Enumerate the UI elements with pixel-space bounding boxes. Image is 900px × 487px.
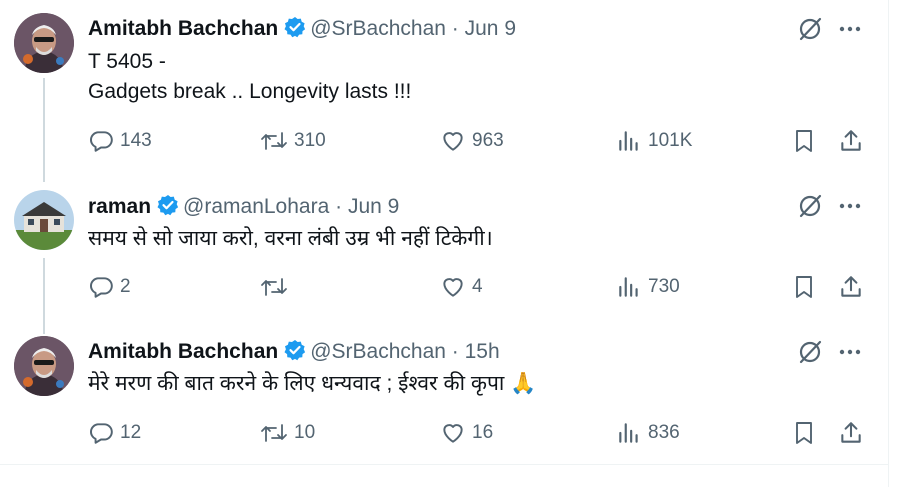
reply-button[interactable]: 143 <box>88 128 152 154</box>
bookmark-icon[interactable] <box>792 128 816 154</box>
repost-count: 10 <box>294 422 316 443</box>
tweet-header: Amitabh Bachchan @SrBachchan · Jun 9 <box>88 16 516 41</box>
thread-connector-line <box>43 78 45 182</box>
share-icon[interactable] <box>838 420 864 446</box>
reply-count: 2 <box>120 276 131 297</box>
tweet-header: raman @ramanLohara · Jun 9 <box>88 194 399 219</box>
views-button[interactable]: 836 <box>616 420 680 446</box>
views-icon <box>619 277 638 297</box>
reply-icon <box>90 277 113 298</box>
views-count: 101K <box>648 130 693 151</box>
author-name[interactable]: raman <box>88 195 151 218</box>
tweet-text-line: समय से सो जाया करो, वरना लंबी उम्र भी नह… <box>88 227 493 250</box>
verified-icon <box>284 340 306 361</box>
reply-icon <box>90 131 113 152</box>
repost-button[interactable] <box>260 274 294 300</box>
tweet-1[interactable]: Amitabh Bachchan @SrBachchan · Jun 9 T 54… <box>0 0 888 182</box>
reply-button[interactable]: 12 <box>88 420 141 446</box>
like-count: 4 <box>472 276 483 297</box>
grok-icon[interactable] <box>797 339 823 365</box>
like-button[interactable]: 963 <box>440 128 504 154</box>
more-icon[interactable] <box>838 194 862 218</box>
share-icon[interactable] <box>838 128 864 154</box>
repost-icon <box>261 424 287 442</box>
tweet-text: T 5405 - Gadgets break .. Longevity last… <box>88 47 411 107</box>
separator-dot: · <box>451 17 459 40</box>
author-handle[interactable]: @SrBachchan <box>310 17 446 40</box>
tweet-2[interactable]: raman @ramanLohara · Jun 9 समय से सो जाया… <box>0 182 888 334</box>
repost-icon <box>261 132 287 150</box>
repost-button[interactable]: 310 <box>260 128 326 154</box>
author-name[interactable]: Amitabh Bachchan <box>88 17 278 40</box>
tweet-header: Amitabh Bachchan @SrBachchan · 15h <box>88 339 500 364</box>
tweet-text-line: T 5405 - <box>88 50 166 73</box>
more-icon[interactable] <box>838 340 862 364</box>
avatar-amitabh[interactable] <box>14 336 74 396</box>
views-count: 730 <box>648 276 680 297</box>
author-handle[interactable]: @SrBachchan <box>310 340 446 363</box>
like-icon <box>443 424 463 443</box>
reply-count: 12 <box>120 422 142 443</box>
timestamp[interactable]: Jun 9 <box>465 17 516 40</box>
views-icon <box>619 423 638 443</box>
conversation-thread: Amitabh Bachchan @SrBachchan · Jun 9 T 54… <box>0 0 889 487</box>
timestamp[interactable]: 15h <box>465 340 500 363</box>
tweet-text: मेरे मरण की बात करने के लिए धन्यवाद ; ईश… <box>88 369 536 399</box>
more-icon[interactable] <box>838 17 862 41</box>
views-button[interactable]: 101K <box>616 128 692 154</box>
repost-count: 310 <box>294 130 326 151</box>
like-count: 963 <box>472 130 504 151</box>
grok-icon[interactable] <box>797 193 823 219</box>
verified-icon <box>284 17 306 38</box>
reply-icon <box>90 423 113 444</box>
like-icon <box>443 278 463 297</box>
views-count: 836 <box>648 422 680 443</box>
tweet-text-line: मेरे मरण की बात करने के लिए धन्यवाद ; ईश… <box>88 372 537 395</box>
verified-icon <box>157 195 179 216</box>
bookmark-icon[interactable] <box>792 420 816 446</box>
avatar-raman[interactable] <box>14 190 74 250</box>
avatar-amitabh[interactable] <box>14 13 74 73</box>
timestamp[interactable]: Jun 9 <box>348 195 399 218</box>
author-handle[interactable]: @ramanLohara <box>183 195 329 218</box>
reply-count: 143 <box>120 130 152 151</box>
share-icon[interactable] <box>838 274 864 300</box>
thread-connector-line <box>43 258 45 334</box>
author-name[interactable]: Amitabh Bachchan <box>88 340 278 363</box>
repost-icon <box>261 278 287 296</box>
divider <box>0 464 888 465</box>
like-count: 16 <box>472 422 494 443</box>
separator-dot: · <box>335 195 343 218</box>
repost-button[interactable]: 10 <box>260 420 315 446</box>
views-icon <box>619 131 638 151</box>
grok-icon[interactable] <box>797 16 823 42</box>
tweet-text-line: Gadgets break .. Longevity lasts !!! <box>88 80 412 103</box>
like-icon <box>443 132 463 151</box>
reply-button[interactable]: 2 <box>88 274 131 300</box>
separator-dot: · <box>451 340 459 363</box>
views-button[interactable]: 730 <box>616 274 680 300</box>
tweet-text: समय से सो जाया करो, वरना लंबी उम्र भी नह… <box>88 224 493 254</box>
like-button[interactable]: 16 <box>440 420 493 446</box>
tweet-3[interactable]: Amitabh Bachchan @SrBachchan · 15h मेरे म… <box>0 328 888 464</box>
like-button[interactable]: 4 <box>440 274 483 300</box>
bookmark-icon[interactable] <box>792 274 816 300</box>
